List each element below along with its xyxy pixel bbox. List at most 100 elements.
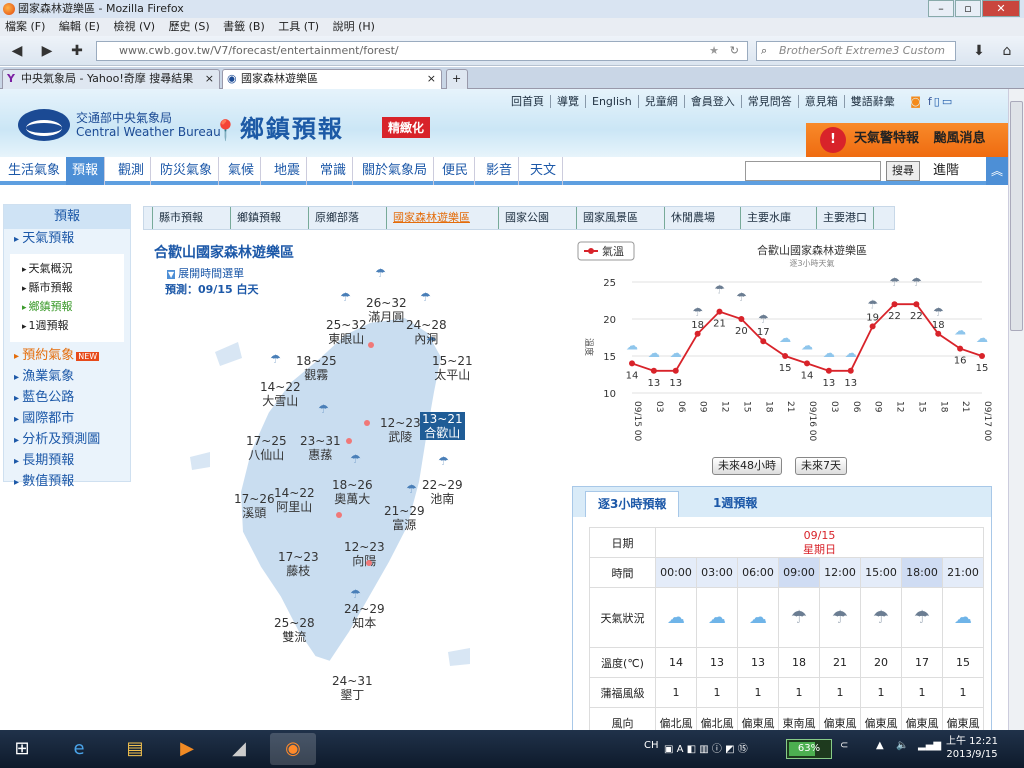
subnav-reservoirs[interactable]: 主要水庫: [740, 207, 797, 229]
map-location[interactable]: 14~22 大雪山: [260, 380, 301, 408]
menu-history[interactable]: 歷史 (S): [164, 20, 215, 33]
nav-knowledge[interactable]: 常識: [314, 157, 354, 185]
next-48-hours-button[interactable]: 未來48小時: [712, 457, 782, 475]
cwb-logo[interactable]: [18, 109, 70, 141]
map-location[interactable]: 14~22 阿里山: [274, 486, 315, 514]
map-location[interactable]: 25~28 雙流: [274, 616, 315, 644]
close-tab-icon[interactable]: ×: [427, 70, 436, 88]
media-player-icon[interactable]: ▶: [164, 733, 210, 765]
map-location[interactable]: 17~26 溪頭: [234, 492, 275, 520]
map-location[interactable]: 23~31 惠蓀: [300, 434, 341, 462]
nav-services[interactable]: 便民: [436, 157, 476, 185]
link-home[interactable]: 回首頁: [505, 95, 551, 108]
map-location[interactable]: 25~32 東眼山: [326, 318, 367, 346]
typhoon-news-link[interactable]: 颱風消息: [934, 131, 986, 146]
internet-explorer-icon[interactable]: e: [56, 733, 102, 765]
map-location[interactable]: 24~31 墾丁: [332, 674, 373, 702]
sidebar-item-numerical[interactable]: 數值預報: [4, 472, 130, 493]
addon-icon[interactable]: ✚: [66, 40, 88, 62]
map-location[interactable]: 22~29 池南: [422, 478, 463, 506]
sidebar-item-weather-forecast[interactable]: 天氣預報: [4, 229, 130, 250]
sidebar-sub-township-forecast[interactable]: 鄉鎮預報: [14, 298, 120, 317]
subnav-national-parks[interactable]: 國家公園: [498, 207, 555, 229]
menu-file[interactable]: 檔案 (F): [0, 20, 50, 33]
subnav-township[interactable]: 鄉鎮預報: [230, 207, 287, 229]
language-indicator[interactable]: CH: [644, 740, 659, 751]
ime-icons[interactable]: ▣ A ◧ ▥ ⓘ ◩ ⑮: [664, 740, 748, 755]
sidebar-item-fishery[interactable]: 漁業氣象: [4, 367, 130, 388]
network-icon[interactable]: ▂▄▆: [918, 740, 941, 751]
nav-disaster-weather[interactable]: 防災氣象: [154, 157, 220, 185]
volume-icon[interactable]: 🔈: [896, 740, 908, 751]
url-bar[interactable]: www.cwb.gov.tw/V7/forecast/entertainment…: [96, 41, 748, 61]
advanced-search-link[interactable]: 進階: [933, 157, 959, 185]
map-location[interactable]: 24~29 知本: [344, 602, 385, 630]
sidebar-item-international-cities[interactable]: 國際都市: [4, 409, 130, 430]
nav-climate[interactable]: 氣候: [222, 157, 262, 185]
menu-help[interactable]: 說明 (H): [328, 20, 380, 33]
tab-yahoo-search[interactable]: Y 中央氣象局 - Yahoo!奇摩 搜尋結果 ×: [2, 69, 220, 89]
map-location[interactable]: 26~32 滿月圓: [366, 296, 407, 324]
page-scrollbar[interactable]: [1008, 89, 1024, 730]
tab-3-hourly[interactable]: 逐3小時預報: [585, 491, 680, 517]
map-location[interactable]: 24~28 內洞: [406, 318, 447, 346]
alert-label[interactable]: 天氣警特報: [854, 131, 919, 146]
minimize-button[interactable]: –: [928, 0, 954, 17]
map-location[interactable]: 12~23 武陵: [380, 416, 421, 444]
nav-forecast[interactable]: 預報: [66, 157, 106, 185]
site-search-button[interactable]: 搜尋: [886, 161, 920, 181]
tab-weekly[interactable]: 1週預報: [701, 491, 769, 517]
rss-icon[interactable]: ◙: [904, 95, 927, 108]
tablet-icon[interactable]: ▭: [941, 95, 953, 108]
forward-icon[interactable]: ▶: [36, 40, 58, 62]
power-icon[interactable]: ⊂: [840, 740, 848, 751]
system-clock[interactable]: 上午 12:21 2013/9/15: [946, 735, 998, 761]
new-tab-button[interactable]: +: [446, 69, 468, 89]
file-explorer-icon[interactable]: ▤: [112, 733, 158, 765]
close-window-button[interactable]: ✕: [982, 0, 1020, 17]
scrollbar-thumb[interactable]: [1010, 101, 1023, 331]
nav-life-weather[interactable]: 生活氣象: [2, 157, 68, 185]
menu-bookmarks[interactable]: 書籤 (B): [218, 20, 270, 33]
link-kids[interactable]: 兒童網: [638, 95, 685, 108]
subnav-tribal[interactable]: 原鄉部落: [308, 207, 365, 229]
sidebar-item-analysis-charts[interactable]: 分析及預測圖: [4, 430, 130, 451]
close-tab-icon[interactable]: ×: [205, 70, 214, 88]
home-icon[interactable]: ⌂: [996, 40, 1018, 62]
link-member-login[interactable]: 會員登入: [684, 95, 742, 108]
subnav-leisure-farms[interactable]: 休閒農場: [664, 207, 721, 229]
app-icon[interactable]: ◢: [216, 733, 262, 765]
sidebar-item-long-range[interactable]: 長期預報: [4, 451, 130, 472]
mobile-icon[interactable]: ▯: [933, 95, 941, 108]
next-7-days-button[interactable]: 未來7天: [795, 457, 847, 475]
menu-tools[interactable]: 工具 (T): [273, 20, 324, 33]
nav-astronomy[interactable]: 天文: [524, 157, 564, 185]
link-faq[interactable]: 常見問答: [741, 95, 799, 108]
site-search-input[interactable]: [745, 161, 881, 181]
sidebar-sub-county-forecast[interactable]: 縣市預報: [14, 279, 120, 298]
map-location[interactable]: 18~26 奧萬大: [332, 478, 373, 506]
map-location[interactable]: 17~23 藤枝: [278, 550, 319, 578]
map-location-selected[interactable]: 13~21 合歡山: [420, 412, 465, 440]
search-bar[interactable]: ⌕ BrotherSoft Extreme3 Custom: [756, 41, 956, 61]
menu-view[interactable]: 檢視 (V): [108, 20, 160, 33]
map-location[interactable]: 17~25 八仙山: [246, 434, 287, 462]
sidebar-sub-weekly-forecast[interactable]: 1週預報: [14, 317, 120, 336]
subnav-scenic-areas[interactable]: 國家風景區: [576, 207, 644, 229]
menu-edit[interactable]: 編輯 (E): [54, 20, 105, 33]
weather-alert-bar[interactable]: ! 天氣警特報 颱風消息: [806, 123, 1008, 157]
sidebar-item-blue-highway[interactable]: 藍色公路: [4, 388, 130, 409]
nav-earthquake[interactable]: 地震: [268, 157, 308, 185]
map-location[interactable]: 21~29 富源: [384, 504, 425, 532]
map-location[interactable]: 18~25 觀霧: [296, 354, 337, 382]
nav-about[interactable]: 關於氣象局: [356, 157, 435, 185]
battery-indicator[interactable]: 63%: [786, 739, 832, 759]
subnav-ports[interactable]: 主要港口: [816, 207, 874, 229]
start-button-icon[interactable]: ⊞: [2, 733, 42, 765]
link-feedback[interactable]: 意見箱: [798, 95, 845, 108]
map-location[interactable]: 15~21 太平山: [432, 354, 473, 382]
link-english[interactable]: English: [586, 95, 639, 108]
sidebar-sub-weather-overview[interactable]: 天氣概況: [14, 260, 120, 279]
nav-observation[interactable]: 觀測: [112, 157, 152, 185]
tab-forest-recreation[interactable]: ◉ 國家森林遊樂區 ×: [222, 69, 442, 89]
